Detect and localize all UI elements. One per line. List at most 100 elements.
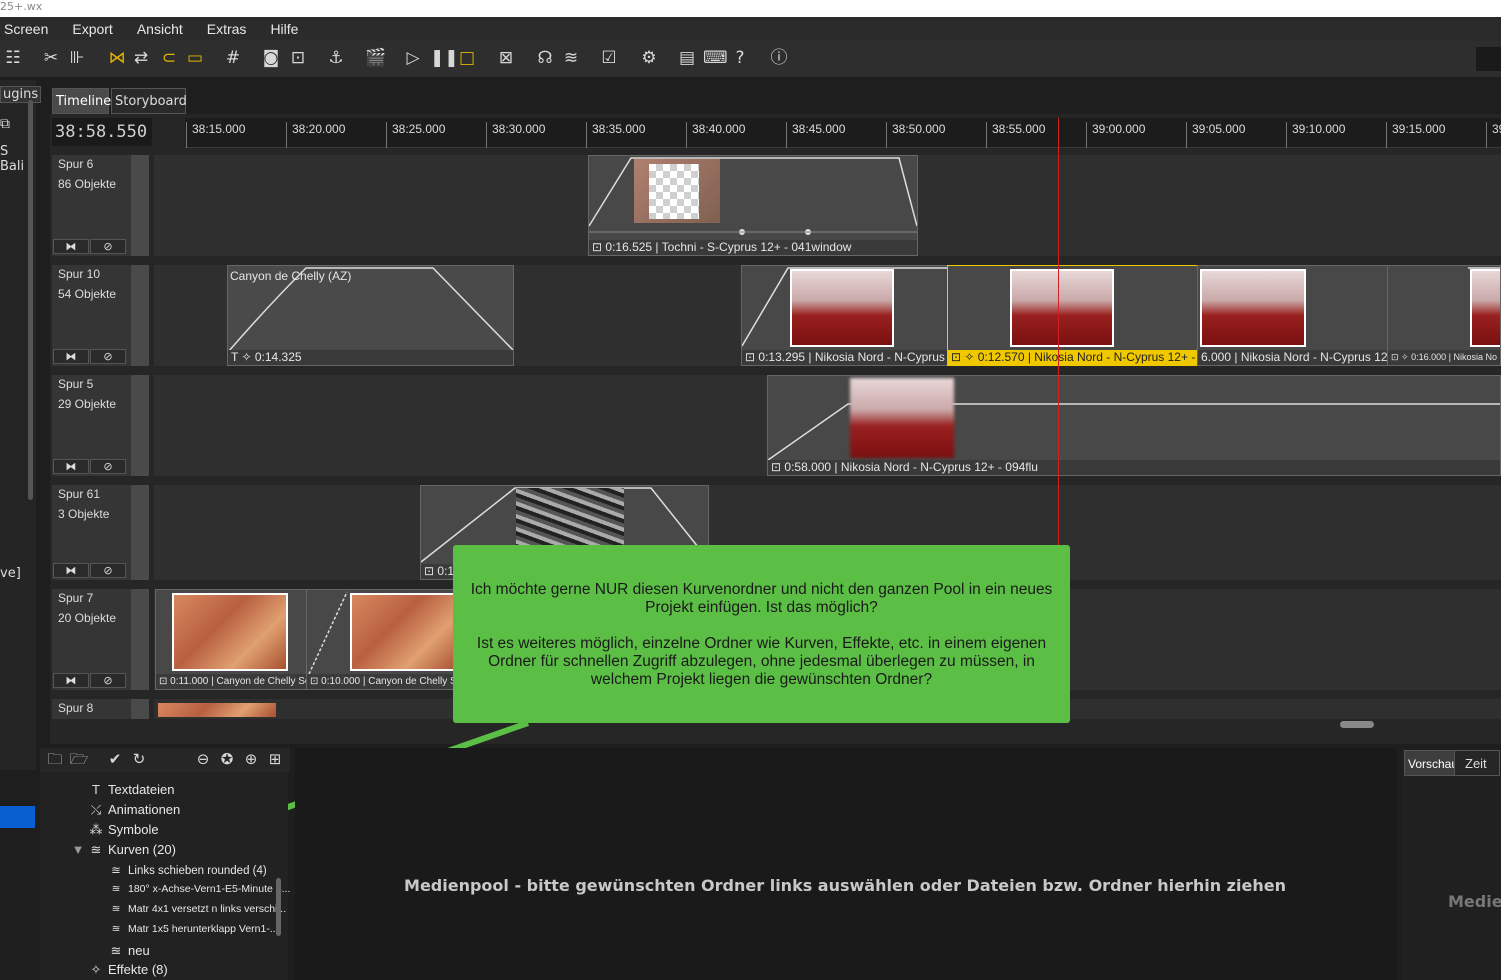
tree-item-animationen[interactable]: ⤯ Animationen (88, 802, 180, 818)
timecode-display: 38:58.550 (52, 118, 152, 146)
track-transition-icon[interactable]: ⧓ (53, 673, 89, 688)
scissors-icon[interactable]: ✂ (40, 47, 62, 69)
tree-item-textdateien[interactable]: T Textdateien (88, 782, 174, 797)
left-scrollbar[interactable] (28, 100, 33, 500)
track-header[interactable]: Spur 8 (52, 699, 149, 719)
menu-ansicht[interactable]: Ansicht (137, 21, 183, 37)
ruler-icon[interactable]: ▭ (184, 47, 206, 69)
help-icon[interactable]: ? (729, 47, 751, 69)
export-frame-icon[interactable]: ⊡ (287, 47, 309, 69)
magnet-icon[interactable]: ⊂ (158, 47, 180, 69)
zoom-out-icon[interactable]: ⊖ (192, 748, 214, 770)
menu-screen[interactable]: Screen (4, 21, 48, 37)
voice-icon[interactable]: ☊ (534, 47, 556, 69)
expand-chevron-icon[interactable]: ▼ (70, 842, 86, 857)
track-grip[interactable] (131, 375, 149, 476)
info-icon[interactable]: ⓘ (768, 47, 790, 69)
chat-icon[interactable]: ▤ (676, 47, 698, 69)
timeline-clip-selected[interactable]: ⊡ ✧ 0:12.570 | Nikosia Nord - N-Cyprus 1… (947, 265, 1198, 366)
refresh-icon[interactable]: ↻ (128, 748, 150, 770)
track-transition-icon[interactable]: ⧓ (53, 239, 89, 254)
left-selected-row[interactable] (0, 806, 35, 828)
track-disable-icon[interactable]: ⊘ (90, 239, 126, 254)
play-icon[interactable]: ▷ (402, 47, 424, 69)
timeline-clip[interactable]: ⊡ 0:13.295 | Nikosia Nord - N-Cyprus (741, 265, 948, 366)
tree-label: 180° x-Achse-Vern1-E5-Minute 3... (128, 883, 291, 895)
tab-timeline[interactable]: Timeline (52, 88, 111, 114)
zoom-in-icon[interactable]: ⊕ (240, 748, 262, 770)
menu-export[interactable]: Export (72, 21, 112, 37)
tree-item-symbole[interactable]: ⁂ Symbole (88, 822, 159, 838)
tree-item-curve[interactable]: ≊ Links schieben rounded (4) (108, 863, 267, 877)
track-header[interactable]: Spur 7 20 Objekte ⧓ ⊘ (52, 589, 149, 690)
toolbar-field[interactable] (1476, 47, 1501, 71)
timeline-clip[interactable]: ⊡ 0:58.000 | Nikosia Nord - N-Cyprus 12+… (767, 375, 1501, 476)
clapper-icon[interactable]: 🎬 (365, 47, 387, 69)
track-header[interactable]: Spur 10 54 Objekte ⧓ ⊘ (52, 265, 149, 366)
timeline-clip[interactable]: ⊡ 0:11.000 | Canyon de Chelly South (155, 589, 307, 690)
close-box-icon[interactable]: ⊠ (495, 47, 517, 69)
track-disable-icon[interactable]: ⊘ (90, 563, 126, 578)
tree-item-curve[interactable]: ≊ neu (108, 943, 150, 959)
tree-item-kurven[interactable]: ▼ ≊ Kurven (20) (70, 842, 176, 858)
ruler-tick: 39 (1486, 122, 1501, 148)
timeline-clip[interactable]: ⊡ 0:16.525 | Tochni - S-Cyprus 12+ - 041… (588, 155, 918, 256)
media-pool-area[interactable] (295, 748, 1397, 980)
grid-view-icon[interactable]: ⊞ (264, 748, 286, 770)
wifi-icon[interactable]: ≋ (560, 47, 582, 69)
tree-scrollbar[interactable] (276, 878, 281, 936)
crossfade-icon[interactable]: ⋈ (106, 47, 128, 69)
tree-item-curve[interactable]: ≊ Matr 4x1 versetzt n links verschi... (108, 903, 287, 915)
preview-icon[interactable]: ◙ (260, 47, 282, 69)
track-grip[interactable] (131, 155, 149, 256)
ruler-tick: 38:50.000 (886, 122, 945, 148)
timeline-scrollbar[interactable] (1340, 721, 1374, 728)
timeline-clip[interactable]: Canyon de Chelly (AZ) T ✧ 0:14.325 (227, 265, 514, 366)
timeline-clip[interactable]: ⊡ ✧ 0:16.000 | Nikosia No (1387, 265, 1501, 366)
marker-icon[interactable]: ⚓ (325, 47, 347, 69)
tab-zeit[interactable]: Zeit (1454, 750, 1500, 776)
menu-extras[interactable]: Extras (207, 21, 247, 37)
check-icon[interactable]: ✔ (104, 748, 126, 770)
checklist-icon[interactable]: ☑ (598, 47, 620, 69)
timeline-clip[interactable]: 6.000 | Nikosia Nord - N-Cyprus 12 (1197, 265, 1388, 366)
stop-icon[interactable]: □ (456, 47, 478, 69)
clip-label-text: 6.000 | Nikosia Nord - N-Cyprus 12 (1201, 350, 1387, 364)
star-icon[interactable]: ✪ (216, 748, 238, 770)
gear-icon[interactable]: ⚙ (638, 47, 660, 69)
menu-hilfe[interactable]: Hilfe (270, 21, 298, 37)
tab-storyboard[interactable]: Storyboard (111, 88, 187, 114)
curve-icon: ≊ (90, 842, 102, 857)
track-header[interactable]: Spur 61 3 Objekte ⧓ ⊘ (52, 485, 149, 580)
time-ruler[interactable]: 38:15.000 38:20.000 38:25.000 38:30.000 … (185, 118, 1501, 148)
track-count: 20 Objekte (58, 611, 117, 625)
track-transition-icon[interactable]: ⧓ (53, 563, 89, 578)
swap-icon[interactable]: ⇄ (130, 47, 152, 69)
track-disable-icon[interactable]: ⊘ (90, 673, 126, 688)
list-icon[interactable]: ☷ (2, 47, 24, 69)
folder-icon[interactable]: 🗀 (44, 748, 66, 770)
track-disable-icon[interactable]: ⊘ (90, 349, 126, 364)
grid-icon[interactable]: # (222, 47, 244, 69)
tree-item-effekte[interactable]: ✧ Effekte (8) (88, 962, 168, 978)
track-grip[interactable] (131, 589, 149, 690)
pause-icon[interactable]: ❚❚ (430, 47, 459, 69)
track-header[interactable]: Spur 5 29 Objekte ⧓ ⊘ (52, 375, 149, 476)
tree-item-curve[interactable]: ≊ 180° x-Achse-Vern1-E5-Minute 3... (108, 883, 291, 895)
left-panel-item[interactable]: ve] (0, 566, 21, 581)
plugins-tab[interactable]: ugins (0, 86, 42, 103)
track-disable-icon[interactable]: ⊘ (90, 459, 126, 474)
track-header[interactable]: Spur 6 86 Objekte ⧓ ⊘ (52, 155, 149, 256)
keyboard-icon[interactable]: ⌨ (703, 47, 728, 69)
timeline-clip[interactable]: ⊡ 0:10.000 | Canyon de Chelly Sout (306, 589, 454, 690)
open-folder-icon[interactable]: 🗁 (68, 748, 90, 770)
edit-icon[interactable]: ⧉ (0, 116, 10, 132)
ruler-tick: 38:20.000 (286, 122, 345, 148)
track-transition-icon[interactable]: ⧓ (53, 459, 89, 474)
track-grip[interactable] (131, 699, 149, 719)
track-transition-icon[interactable]: ⧓ (53, 349, 89, 364)
track-grip[interactable] (131, 485, 149, 580)
split-icon[interactable]: ⊪ (66, 47, 88, 69)
track-grip[interactable] (131, 265, 149, 366)
tree-item-curve[interactable]: ≊ Matr 1x5 herunterklapp Vern1-... (108, 923, 279, 935)
